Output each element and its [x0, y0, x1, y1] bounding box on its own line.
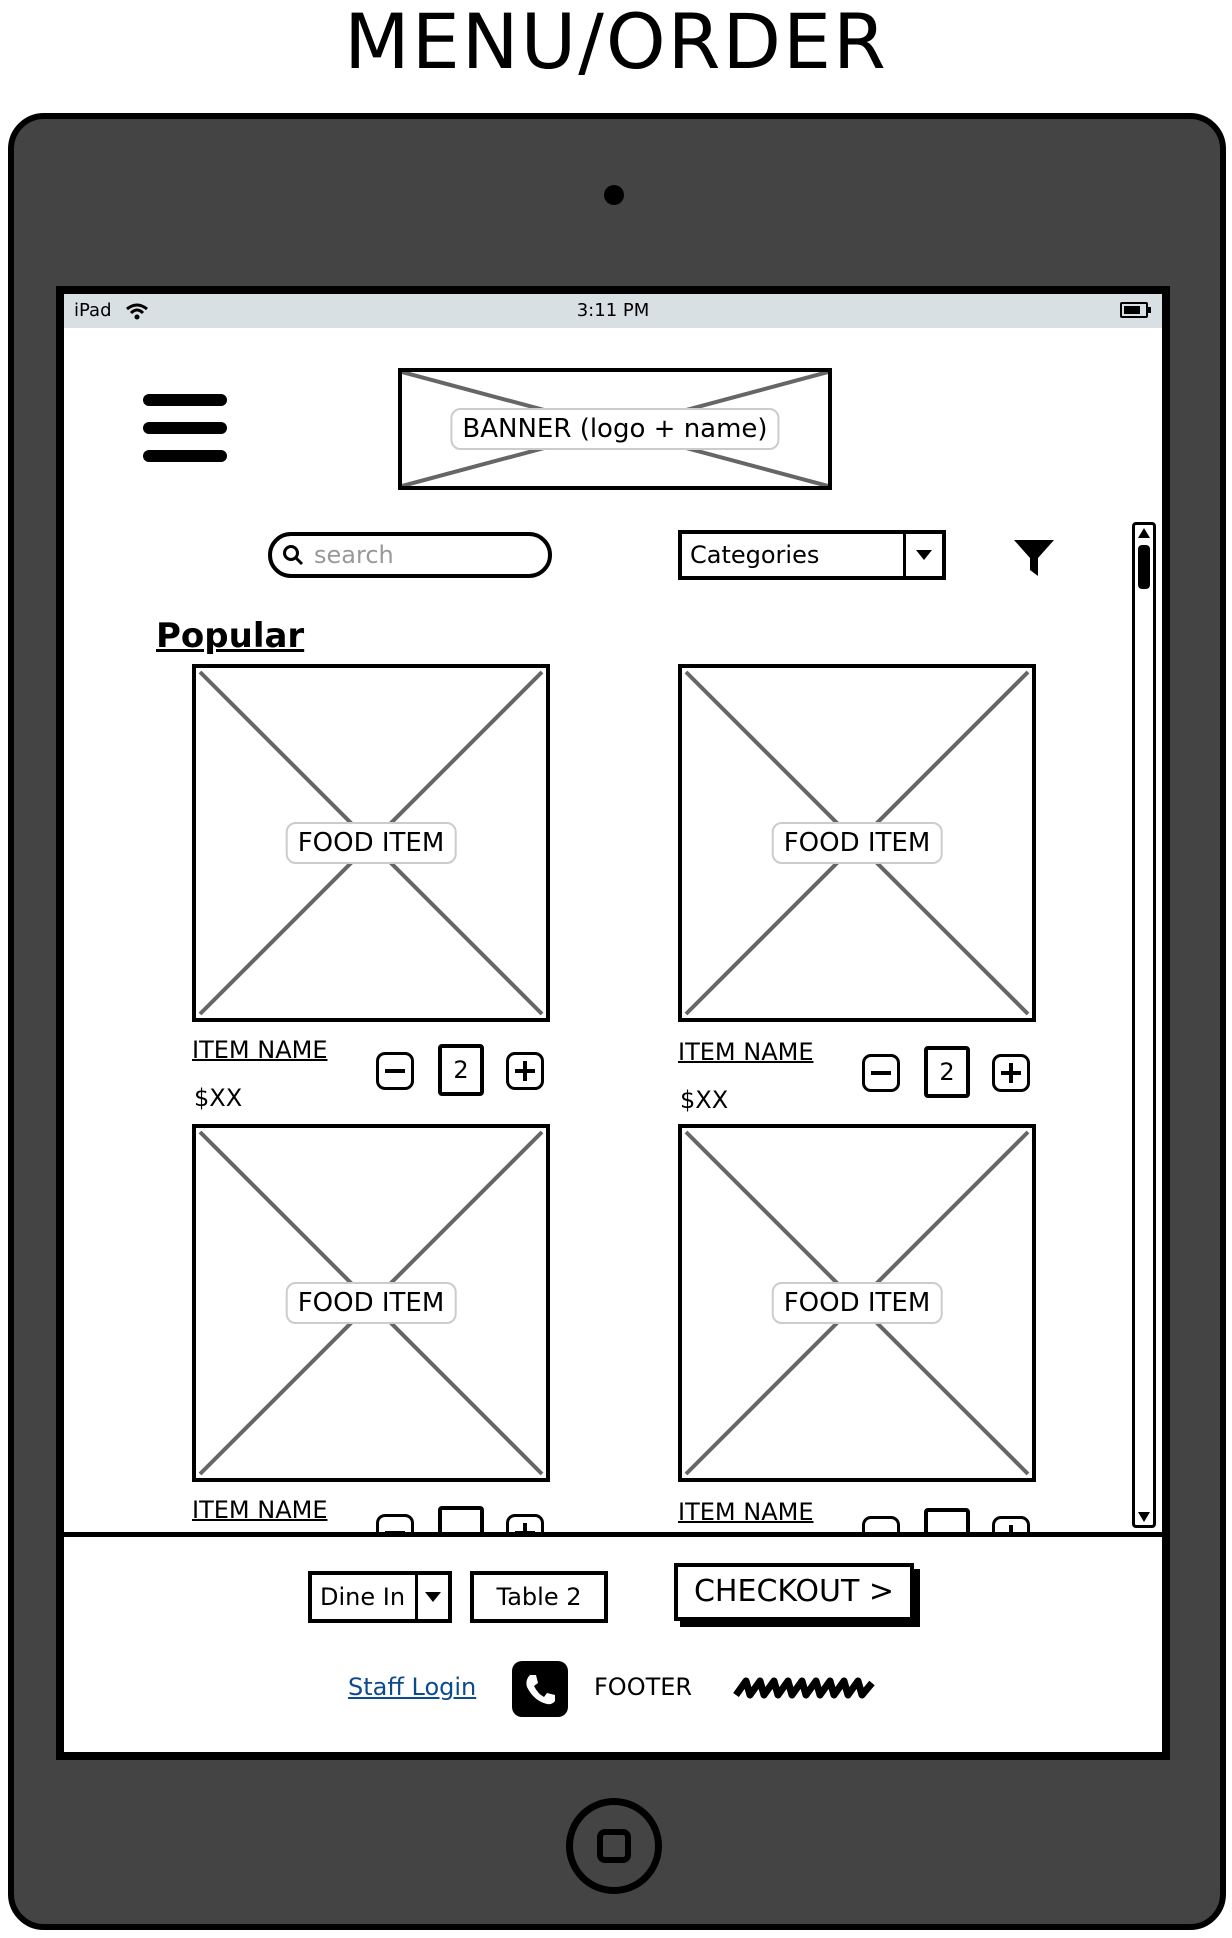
search-icon — [283, 545, 304, 566]
minus-icon[interactable] — [376, 1052, 414, 1090]
dine-option-value: Dine In — [320, 1583, 406, 1611]
dine-option-dropdown[interactable]: Dine In — [308, 1571, 452, 1623]
battery-icon — [1120, 302, 1151, 318]
categories-value: Categories — [690, 541, 820, 569]
minus-icon[interactable] — [862, 1054, 900, 1092]
item-price: $XX — [194, 1084, 243, 1112]
item-name[interactable]: ITEM NAME — [678, 1498, 813, 1526]
screen: iPad 3:11 PM BANNER (logo + name) Catego… — [56, 286, 1170, 1760]
chevron-down-icon — [415, 1575, 448, 1619]
scroll-thumb[interactable] — [1138, 545, 1150, 589]
section-title: Popular — [156, 616, 305, 656]
table-button[interactable]: Table 2 — [470, 1571, 608, 1623]
quantity-value[interactable]: 2 — [924, 1046, 970, 1098]
footer-label: FOOTER — [594, 1673, 693, 1701]
home-button[interactable] — [566, 1798, 662, 1894]
filter-icon[interactable] — [1012, 536, 1056, 580]
scroll-down-icon[interactable] — [1137, 1511, 1151, 1523]
item-name[interactable]: ITEM NAME — [678, 1038, 813, 1066]
page-title: MENU/ORDER — [344, 0, 888, 86]
food-image-label: FOOD ITEM — [285, 822, 457, 864]
quantity-stepper: 2 — [862, 1046, 1030, 1098]
status-time: 3:11 PM — [576, 300, 650, 321]
banner: BANNER (logo + name) — [398, 368, 832, 490]
scrollbar[interactable] — [1132, 522, 1156, 1528]
scroll-up-icon[interactable] — [1137, 527, 1151, 539]
quantity-value[interactable]: 2 — [438, 1044, 484, 1096]
food-image[interactable]: FOOD ITEM — [678, 664, 1036, 1022]
plus-icon[interactable] — [992, 1054, 1030, 1092]
food-image[interactable]: FOOD ITEM — [192, 664, 550, 1022]
search-input[interactable] — [312, 540, 536, 570]
phone-icon[interactable] — [512, 1661, 568, 1717]
footer: Dine In Table 2 CHECKOUT > Staff Login F… — [64, 1532, 1162, 1752]
search-bar[interactable] — [268, 532, 552, 578]
camera-icon — [604, 185, 624, 205]
food-image-label: FOOD ITEM — [771, 1282, 943, 1324]
chevron-down-icon — [903, 534, 942, 576]
menu-icon[interactable] — [143, 394, 227, 466]
item-name[interactable]: ITEM NAME — [192, 1036, 327, 1064]
food-image-label: FOOD ITEM — [285, 1282, 457, 1324]
checkout-button[interactable]: CHECKOUT > — [674, 1563, 914, 1621]
status-bar: iPad 3:11 PM — [64, 294, 1162, 328]
categories-dropdown[interactable]: Categories — [678, 530, 946, 580]
food-image-label: FOOD ITEM — [771, 822, 943, 864]
staff-login-link[interactable]: Staff Login — [348, 1673, 476, 1701]
food-image[interactable]: FOOD ITEM — [192, 1124, 550, 1482]
food-image[interactable]: FOOD ITEM — [678, 1124, 1036, 1482]
scribble-placeholder — [733, 1677, 875, 1699]
item-price: $XX — [680, 1086, 729, 1114]
item-name[interactable]: ITEM NAME — [192, 1496, 327, 1524]
banner-label: BANNER (logo + name) — [450, 408, 780, 450]
plus-icon[interactable] — [506, 1052, 544, 1090]
quantity-stepper: 2 — [376, 1044, 544, 1096]
